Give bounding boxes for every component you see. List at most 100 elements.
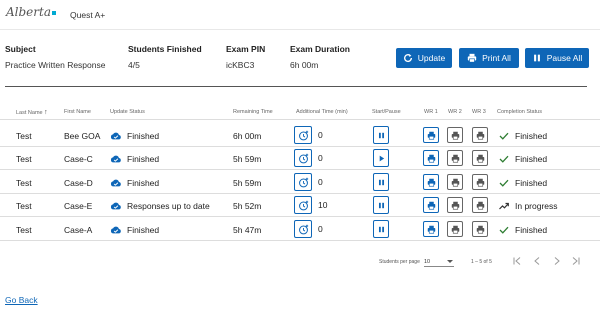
pause-button[interactable] [373,126,389,144]
completion-status-cell: In progress [499,201,558,211]
add-time-button[interactable] [294,196,312,214]
wr1-print-button[interactable] [423,150,439,166]
add-time-button[interactable] [294,149,312,167]
wr2-print-button[interactable] [447,150,463,166]
printer-icon [451,154,459,163]
col-wr1: WR 1 [424,109,438,115]
update-status-text: Responses up to date [127,201,210,211]
wr2-print-button[interactable] [447,221,463,237]
wr1-print-button[interactable] [423,174,439,190]
col-last-name-label: Last Name [16,110,43,116]
alberta-logo[interactable]: Alberta [6,5,56,19]
pause-button[interactable] [373,173,389,191]
exam-duration-value: 6h 00m [290,60,319,70]
wr3-print-button[interactable] [472,221,488,237]
remaining-time-cell: 6h 00m [233,131,262,141]
subject-label: Subject [5,44,36,54]
col-additional-time: Additional Time (min) [296,109,348,115]
pause-button[interactable] [373,196,389,214]
start-button[interactable] [373,149,389,167]
col-remaining-time: Remaining Time [233,109,273,115]
pagination: Students per page 10 1 – 5 of 5 [0,255,600,269]
logo-text: Alberta [6,5,51,19]
col-last-name[interactable]: Last Name ↑ [16,109,48,116]
pause-all-button-label: Pause All [546,53,583,63]
print-all-button[interactable]: Print All [459,48,519,68]
last-page-icon[interactable] [571,256,581,266]
pause-all-button[interactable]: Pause All [525,48,589,68]
play-icon [379,155,384,161]
printer-icon [467,53,477,63]
table-row: Test Case-C Finished 5h 59m 0 Finished [0,147,600,170]
additional-time-value: 0 [318,177,323,187]
add-time-button[interactable] [294,126,312,144]
wr2-print-button[interactable] [447,127,463,143]
cloud-check-icon [110,132,121,140]
additional-time-cell: 0 [294,126,323,144]
wr3-print-button[interactable] [472,127,488,143]
cloud-check-icon [110,226,121,234]
pause-button[interactable] [373,220,389,238]
update-status-text: Finished [127,178,160,188]
additional-time-value: 0 [318,130,323,140]
update-button[interactable]: Update [396,48,452,68]
students-finished-value: 4/5 [128,60,140,70]
previous-page-icon[interactable] [532,256,542,266]
table-row: Test Case-E Responses up to date 5h 52m 10 In… [0,194,600,217]
go-back-link[interactable]: Go Back [5,295,38,305]
add-time-icon [298,200,308,210]
check-icon [499,179,509,187]
printer-icon [427,178,435,187]
pause-icon [378,202,384,208]
wr3-print-button[interactable] [472,174,488,190]
per-page-select[interactable]: 10 [424,256,454,267]
dropdown-caret-icon [447,260,453,263]
completion-status-cell: Finished [499,131,547,141]
additional-time-value: 10 [318,200,328,210]
printer-icon [476,154,484,163]
update-button-label: Update [417,53,446,63]
add-time-button[interactable] [294,173,312,191]
check-icon [499,132,509,140]
first-name-cell: Bee GOA [64,131,101,141]
wr1-print-button[interactable] [423,197,439,213]
logo-dot-icon [52,10,56,15]
table-row: Test Case-D Finished 5h 59m 0 Finished [0,171,600,194]
update-status-text: Finished [127,225,160,235]
subject-value: Practice Written Response [5,60,106,70]
wr1-print-button[interactable] [423,221,439,237]
first-name-cell: Case-E [64,201,93,211]
last-name-cell: Test [16,178,32,188]
printer-icon [476,201,484,210]
first-page-icon[interactable] [512,256,522,266]
remaining-time-cell: 5h 59m [233,154,262,164]
wr1-print-button[interactable] [423,127,439,143]
last-name-cell: Test [16,131,32,141]
col-wr2: WR 2 [448,109,462,115]
remaining-time-cell: 5h 59m [233,178,262,188]
last-name-cell: Test [16,225,32,235]
wr2-print-button[interactable] [447,174,463,190]
col-wr3: WR 3 [472,109,486,115]
pause-icon [378,226,384,232]
additional-time-cell: 0 [294,149,323,167]
add-time-icon [298,153,308,163]
wr3-print-button[interactable] [472,150,488,166]
printer-icon [476,178,484,187]
add-time-button[interactable] [294,220,312,238]
wr3-print-button[interactable] [472,197,488,213]
wr2-print-button[interactable] [447,197,463,213]
next-page-icon[interactable] [552,256,562,266]
completion-status-text: Finished [515,225,548,235]
sort-arrow-up-icon[interactable]: ↑ [44,109,48,116]
additional-time-value: 0 [318,224,323,234]
completion-status-text: Finished [515,178,548,188]
cloud-check-icon [110,202,121,210]
col-first-name: First Name [64,109,91,115]
students-finished-block: Students Finished 4/5 [128,44,202,70]
print-all-button-label: Print All [482,53,511,63]
printer-icon [476,131,484,140]
update-status-cell: Finished [110,154,159,164]
table-header: Last Name ↑ First Name Update Status Rem… [0,100,600,120]
add-time-icon [298,130,308,140]
